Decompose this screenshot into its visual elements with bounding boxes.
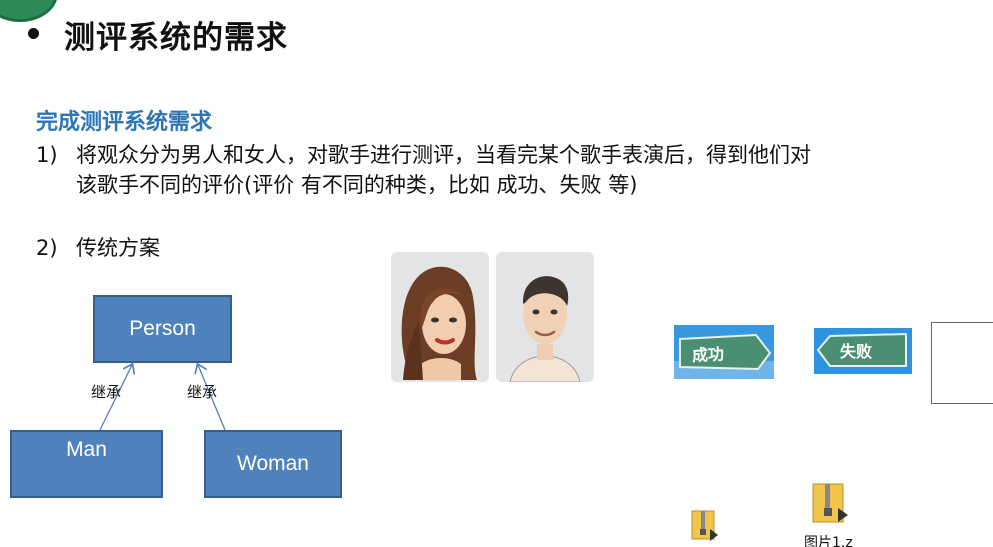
file-label: 图片1.z xyxy=(804,535,853,547)
edge-label-woman: 继承 xyxy=(187,383,218,401)
success-sign-text: 成功 xyxy=(692,344,725,365)
failure-sign: 失败 xyxy=(814,328,912,374)
class-name-man: Man xyxy=(66,438,107,461)
item-number: 1) xyxy=(36,143,58,167)
class-box-person: Person xyxy=(93,295,232,363)
requirement-item-1-cont: 该歌手不同的评价(评价 有不同的种类，比如 成功、失败 等) xyxy=(76,170,637,200)
requirement-item-2: 2) 传统方案 xyxy=(36,233,160,263)
edge-label-man: 继承 xyxy=(91,383,122,401)
slide: 测评系统的需求 完成测评系统需求 1) 将观众分为男人和女人，对歌手进行测评，当看… xyxy=(0,0,993,547)
class-box-man: Man xyxy=(10,430,163,498)
item-1-line-1: 将观众分为男人和女人，对歌手进行测评，当看完某个歌手表演后，得到他们对 xyxy=(76,143,811,167)
zip-folder-icon[interactable] xyxy=(690,507,718,545)
corner-logo xyxy=(0,0,58,22)
item-number: 2) xyxy=(36,236,58,260)
slide-title: 测评系统的需求 xyxy=(64,20,288,56)
blank-image-frame xyxy=(931,322,993,404)
class-name-person: Person xyxy=(129,317,196,340)
requirement-item-1: 1) 将观众分为男人和女人，对歌手进行测评，当看完某个歌手表演后，得到他们对 xyxy=(36,140,811,170)
section-heading: 完成测评系统需求 xyxy=(36,110,213,135)
success-sign: 成功 xyxy=(674,325,774,379)
zip-folder-icon[interactable] xyxy=(810,480,848,530)
man-portrait xyxy=(496,252,594,382)
class-name-woman: Woman xyxy=(237,452,309,475)
failure-sign-text: 失败 xyxy=(840,342,872,361)
title-bullet xyxy=(28,28,39,39)
item-2-text: 传统方案 xyxy=(76,236,160,260)
class-box-woman: Woman xyxy=(204,430,342,498)
woman-portrait xyxy=(391,252,489,382)
item-1-line-2: 该歌手不同的评价(评价 有不同的种类，比如 成功、失败 等) xyxy=(76,173,638,197)
